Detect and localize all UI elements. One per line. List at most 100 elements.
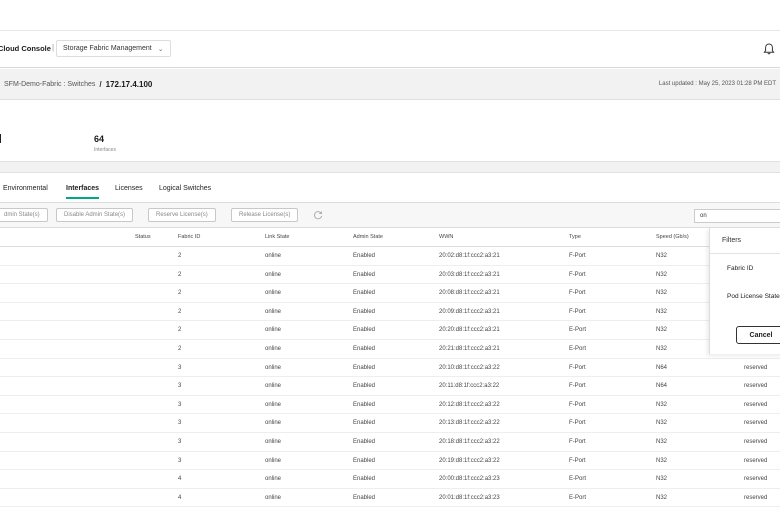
page-title: 172.17.4.100 (105, 80, 153, 89)
cell-fabric-id: 3 (178, 364, 182, 371)
cell-type: F-Port (569, 253, 586, 259)
table-row[interactable]: 4 online Enabled 20:01:d8:1f:ccc2:a3:23 E-Po… (0, 489, 780, 508)
cell-fabric-id: 2 (178, 271, 182, 278)
cell-type: F-Port (569, 420, 586, 427)
filters-divider (710, 253, 780, 254)
table-row[interactable]: 3 online Enabled 20:10:d8:1f:ccc2:a3:22 F-Po… (0, 359, 780, 378)
cell-type: F-Port (569, 308, 586, 315)
interfaces-count: 64 (94, 134, 105, 144)
tab-licenses[interactable]: Licenses (115, 185, 143, 197)
cell-speed: N32 (656, 271, 668, 278)
table-row[interactable]: 2 online Enabled 20:09:d8:1f:ccc2:a3:21 F-Po… (0, 303, 780, 322)
filter-fabric-id[interactable]: Fabric ID (727, 265, 753, 272)
cell-wwn: 20:12:d8:1f:ccc2:a3:22 (439, 401, 500, 408)
cell-wwn: 20:03:d8:1f:ccc2:a3:21 (439, 271, 500, 278)
column-header-fabric-id[interactable]: Fabric ID (178, 234, 200, 240)
table-row[interactable]: 3 online Enabled 20:12:d8:1f:ccc2:a3:22 F-Po… (0, 396, 780, 415)
cell-link-state: online (265, 327, 282, 334)
cell-wwn: 20:20:d8:1f:ccc2:a3:21 (439, 327, 500, 334)
table-row[interactable]: 2 online Enabled 20:21:d8:1f:ccc2:a3:21 E-Po… (0, 340, 780, 359)
cell-speed: N32 (656, 494, 668, 501)
table-row[interactable]: 4 online Enabled 20:00:d8:1f:ccc2:a3:23 E-Po… (0, 470, 780, 489)
table-row[interactable]: 3 online Enabled 20:13:d8:1f:ccc2:a3:22 F-Po… (0, 414, 780, 433)
cell-type: F-Port (569, 457, 586, 464)
cell-fabric-id: 2 (178, 327, 182, 334)
cell-admin-state: Enabled (353, 438, 376, 445)
top-blank-area (0, 0, 780, 31)
cell-speed: N32 (656, 290, 668, 297)
table-row[interactable]: 3 online Enabled 20:19:d8:1f:ccc2:a3:22 F-Po… (0, 452, 780, 471)
cell-wwn: 20:11:d8:1f:ccc2:a3:22 (439, 383, 500, 390)
column-header-admin-state[interactable]: Admin State (353, 234, 383, 240)
column-header-type[interactable]: Type (569, 234, 581, 240)
table-body: 2 online Enabled 20:02:d8:1f:ccc2:a3:21 F-Po… (0, 247, 780, 508)
column-header-wwn[interactable]: WWN (439, 234, 453, 240)
cell-link-state: online (265, 494, 282, 501)
tab-logical-switches[interactable]: Logical Switches (159, 185, 211, 197)
search-input[interactable] (694, 209, 780, 223)
table-row[interactable]: 2 online Enabled 20:03:d8:1f:ccc2:a3:21 F-Po… (0, 266, 780, 285)
cell-admin-state: Enabled (353, 420, 376, 427)
table-row[interactable]: 3 online Enabled 20:11:d8:1f:ccc2:a3:22 F-Po… (0, 377, 780, 396)
filters-panel: Filters Fabric ID Pod License State Canc… (709, 228, 780, 354)
cell-type: F-Port (569, 364, 586, 371)
cell-link-state: online (265, 345, 282, 352)
cell-admin-state: Enabled (353, 476, 376, 483)
cell-type: F-Port (569, 383, 586, 390)
last-updated-timestamp: Last updated : May 25, 2023 01:28 PM EDT (658, 81, 776, 87)
column-header-speed[interactable]: Speed (Gb/s) (656, 234, 689, 240)
cell-link-state: online (265, 290, 282, 297)
cell-pod-license-state: reserved (744, 438, 768, 445)
cell-admin-state: Enabled (353, 494, 376, 501)
column-header-link-state[interactable]: Link State (265, 234, 289, 240)
breadcrumb: SFM-Demo-Fabric : Switches / 172.17.4.10… (4, 80, 152, 89)
refresh-icon[interactable] (313, 210, 323, 220)
column-header-status[interactable]: Status (135, 234, 151, 240)
cell-admin-state: Enabled (353, 401, 376, 408)
cell-pod-license-state: reserved (744, 494, 768, 501)
cell-admin-state: Enabled (353, 364, 376, 371)
breadcrumb-path[interactable]: SFM-Demo-Fabric : Switches (4, 81, 95, 88)
cell-fabric-id: 3 (178, 383, 182, 390)
section-divider (0, 161, 780, 173)
cell-pod-license-state: reserved (744, 420, 768, 427)
table-row[interactable]: 2 online Enabled 20:08:d8:1f:ccc2:a3:21 F-Po… (0, 284, 780, 303)
table-row[interactable]: 2 online Enabled 20:20:d8:1f:ccc2:a3:21 E-Po… (0, 321, 780, 340)
cell-wwn: 20:13:d8:1f:ccc2:a3:22 (439, 420, 500, 427)
cancel-button[interactable]: Cancel (736, 326, 780, 344)
filter-pod-license-state[interactable]: Pod License State (727, 293, 780, 300)
cell-speed: N32 (656, 253, 668, 259)
table-row[interactable]: 3 online Enabled 20:18:d8:1f:ccc2:a3:22 F-Po… (0, 433, 780, 452)
cell-fabric-id: 4 (178, 494, 182, 501)
cell-fabric-id: 4 (178, 476, 182, 483)
table-header: Status Fabric ID Link State Admin State … (0, 228, 780, 247)
cell-type: F-Port (569, 290, 586, 297)
disable-admin-state-button[interactable]: Disable Admin State(s) (56, 208, 134, 222)
cell-speed: N64 (656, 364, 668, 371)
summary-panel: 64 Interfaces (0, 101, 780, 161)
breadcrumb-separator: / (99, 80, 102, 89)
cell-admin-state: Enabled (353, 271, 376, 278)
cell-admin-state: Enabled (353, 383, 376, 390)
cell-speed: N32 (656, 438, 668, 445)
release-license-button[interactable]: Release License(s) (231, 208, 299, 222)
tab-environmental[interactable]: Environmental (3, 185, 48, 197)
service-menu-dropdown[interactable]: Storage Fabric Management ⌄ (56, 40, 171, 57)
reserve-license-button[interactable]: Reserve License(s) (148, 208, 216, 222)
cell-admin-state: Enabled (353, 327, 376, 334)
cell-link-state: online (265, 476, 282, 483)
cell-link-state: online (265, 457, 282, 464)
tab-interfaces[interactable]: Interfaces (66, 185, 100, 199)
cell-fabric-id: 3 (178, 420, 182, 427)
tab-bar: Environmental Interfaces Licenses Logica… (0, 173, 780, 203)
cell-admin-state: Enabled (353, 345, 376, 352)
cell-pod-license-state: reserved (744, 476, 768, 483)
cell-wwn: 20:08:d8:1f:ccc2:a3:21 (439, 290, 500, 297)
cell-fabric-id: 3 (178, 457, 182, 464)
cell-speed: N32 (656, 476, 668, 483)
action-toolbar: dmin State(s) Disable Admin State(s) Res… (0, 203, 780, 228)
table-row[interactable]: 2 online Enabled 20:02:d8:1f:ccc2:a3:21 F-Po… (0, 247, 780, 266)
cell-speed: N32 (656, 457, 668, 464)
bell-icon[interactable] (762, 42, 776, 56)
enable-admin-state-button[interactable]: dmin State(s) (0, 208, 48, 222)
